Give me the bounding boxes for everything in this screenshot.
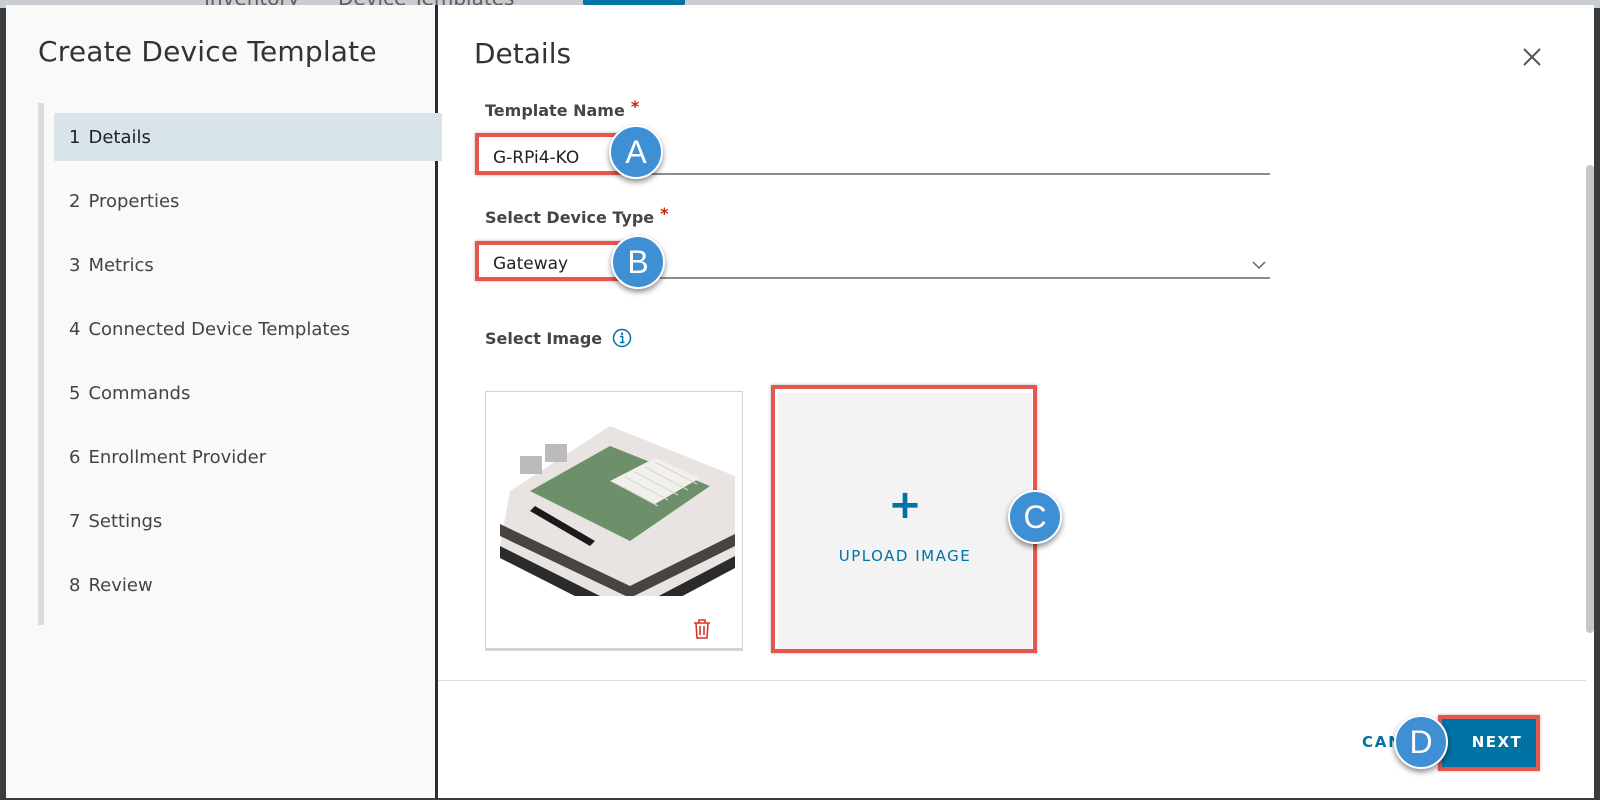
step-number: 5 (69, 382, 81, 404)
step-number: 1 (69, 126, 81, 148)
step-number: 4 (69, 318, 81, 340)
template-name-label: Template Name * (485, 97, 639, 120)
step-label: Review (88, 574, 153, 596)
scrollbar[interactable] (1584, 85, 1594, 685)
trash-icon[interactable] (691, 617, 713, 641)
wizard-step-metrics[interactable]: 3 Metrics (54, 241, 442, 289)
step-number: 2 (69, 190, 81, 212)
wizard-step-details[interactable]: 1 Details (54, 113, 442, 161)
callout-badge-b: B (611, 235, 665, 289)
callout-badge-a: A (609, 125, 663, 179)
device-type-label: Select Device Type * (485, 204, 669, 227)
wizard-step-enrollment-provider[interactable]: 6 Enrollment Provider (54, 433, 442, 481)
footer-divider (438, 680, 1586, 681)
wizard-step-properties[interactable]: 2 Properties (54, 177, 442, 225)
step-label: Properties (88, 190, 180, 212)
close-icon[interactable] (1518, 43, 1546, 71)
wizard-step-review[interactable]: 8 Review (54, 561, 442, 609)
step-label: Connected Device Templates (88, 318, 350, 340)
select-image-label: Select Image (485, 329, 603, 348)
chevron-down-icon[interactable] (1251, 259, 1267, 271)
template-name-label-text: Template Name (485, 101, 625, 120)
details-panel: Details Template Name * G-RPi4-KO A Selec… (438, 5, 1594, 798)
required-marker: * (630, 97, 640, 116)
info-icon[interactable] (612, 328, 632, 348)
wizard-title: Create Device Template (38, 35, 377, 68)
highlight-next-button (1438, 715, 1540, 771)
callout-badge-d: D (1394, 715, 1448, 769)
required-marker: * (660, 204, 669, 223)
device-image-card[interactable] (485, 391, 743, 651)
create-device-template-modal: Create Device Template 1 Details 2 Propert… (6, 5, 1594, 798)
step-label: Details (88, 126, 151, 148)
step-number: 6 (69, 446, 81, 468)
step-label: Metrics (88, 254, 154, 276)
highlight-upload-image (771, 385, 1037, 653)
raspberry-pi-device-image (500, 426, 735, 596)
step-label: Commands (88, 382, 191, 404)
step-number: 3 (69, 254, 81, 276)
scrollbar-thumb[interactable] (1586, 165, 1594, 633)
wizard-step-settings[interactable]: 7 Settings (54, 497, 442, 545)
wizard-step-commands[interactable]: 5 Commands (54, 369, 442, 417)
step-number: 8 (69, 574, 81, 596)
highlight-device-type (475, 241, 627, 281)
device-type-label-text: Select Device Type (485, 208, 655, 227)
panel-title: Details (474, 37, 572, 70)
wizard-sidebar: Create Device Template 1 Details 2 Propert… (6, 5, 442, 798)
step-label: Settings (88, 510, 163, 532)
wizard-step-connected-device-templates[interactable]: 4 Connected Device Templates (54, 305, 442, 353)
step-label: Enrollment Provider (88, 446, 267, 468)
step-number: 7 (69, 510, 81, 532)
callout-badge-c: C (1008, 490, 1062, 544)
highlight-template-name (475, 133, 627, 175)
wizard-step-list: 1 Details 2 Properties 3 Metrics 4 Connected… (38, 103, 442, 625)
